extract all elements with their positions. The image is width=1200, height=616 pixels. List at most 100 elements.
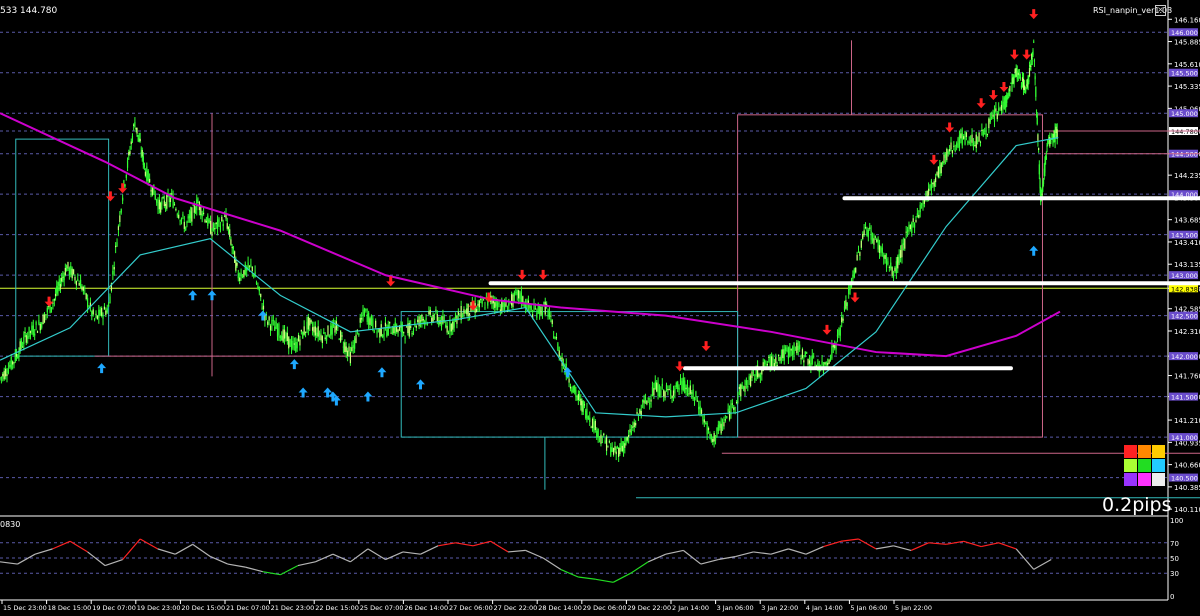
y-tick-label: 140.110 [1174, 506, 1200, 514]
candle-body [1003, 97, 1005, 110]
candle-body [824, 362, 826, 365]
candle-body [438, 320, 440, 325]
candle-body [414, 321, 416, 326]
candle-body [922, 203, 924, 206]
candle-body [290, 340, 293, 350]
candle-body [651, 386, 654, 397]
candle-body [283, 329, 286, 339]
candle-body [193, 205, 195, 213]
candle-body [212, 223, 215, 231]
x-tick-label: 27 Dec 22:00 [494, 604, 538, 612]
candle-body [389, 321, 391, 324]
candle-body [895, 261, 897, 274]
candle-body [597, 429, 599, 437]
candle-body [1036, 114, 1038, 125]
candle-body [933, 181, 935, 187]
candle-body [267, 321, 269, 325]
candle-body [986, 134, 989, 136]
candle-body [981, 129, 983, 132]
candle-body [982, 129, 984, 136]
candle-body [1015, 67, 1017, 77]
candle-body [335, 321, 337, 331]
candle-body [649, 403, 651, 405]
candle-body [334, 326, 336, 333]
candle-body [445, 324, 447, 328]
candle-body [17, 356, 19, 359]
x-tick-label: 3 Jan 22:00 [761, 604, 798, 612]
candle-body [292, 340, 294, 349]
candle-body [67, 261, 69, 269]
candle-body [553, 336, 555, 339]
candle-body [964, 130, 966, 145]
candle-body [515, 292, 517, 294]
candle-body [884, 254, 886, 260]
candle-body [670, 390, 672, 396]
candle-body [829, 359, 832, 361]
candle-body [1000, 104, 1003, 111]
candle-body [646, 400, 648, 405]
candle-body [296, 341, 298, 349]
candle-body [607, 446, 609, 448]
candle-body [902, 243, 904, 245]
price-level-label: 141.000 [1171, 434, 1198, 442]
candle-body [182, 214, 184, 216]
candle-body [710, 434, 712, 441]
candle-body [78, 283, 80, 286]
candle-body [622, 442, 625, 452]
candle-body [714, 435, 717, 441]
candle-body [288, 336, 290, 349]
candle-body [839, 327, 841, 336]
candle-body [105, 310, 107, 315]
candle-body [56, 286, 58, 294]
candle-body [237, 273, 239, 279]
candle-body [77, 279, 79, 281]
candle-body [29, 330, 32, 334]
candle-body [604, 440, 606, 444]
candle-body [996, 113, 998, 120]
candle-body [574, 385, 576, 393]
candle-body [94, 318, 96, 320]
candle-body [585, 410, 587, 418]
candle-body [23, 336, 25, 345]
candle-body [307, 316, 309, 330]
candle-body [162, 197, 164, 199]
candle-body [630, 431, 633, 434]
candle-body [873, 238, 875, 245]
candle-body [269, 325, 272, 331]
palette-purple [1124, 473, 1137, 486]
palette-yellow [1152, 445, 1165, 458]
x-tick-label: 19 Dec 23:00 [137, 604, 181, 612]
color-palette[interactable] [1124, 445, 1166, 487]
candle-body [748, 376, 750, 380]
candle-body [481, 300, 483, 304]
candle-body [52, 302, 54, 304]
y-tick-label: 141.210 [1174, 417, 1200, 425]
candle-body [398, 326, 401, 331]
candle-body [124, 184, 126, 186]
candle-body [255, 282, 258, 285]
candle-body [275, 321, 277, 329]
candle-body [179, 220, 181, 222]
candle-body [359, 317, 361, 323]
close-icon[interactable]: × [1155, 5, 1166, 16]
candle-body [1035, 86, 1037, 97]
candle-body [705, 423, 707, 425]
candle-body [161, 200, 163, 205]
candle-body [1013, 75, 1015, 84]
candle-body [885, 258, 888, 268]
candle-body [857, 251, 860, 253]
candle-body [927, 188, 930, 196]
chart-svg[interactable]: 146.160145.885145.610145.335145.060144.7… [0, 0, 1200, 612]
candle-body [57, 286, 59, 290]
candle-body [447, 332, 450, 334]
chart-window[interactable]: 146.160145.885145.610145.335145.060144.7… [0, 0, 1200, 612]
candle-body [603, 433, 605, 436]
candle-body [608, 441, 610, 443]
candle-body [202, 212, 205, 214]
candle-body [661, 383, 663, 387]
candle-body [484, 307, 486, 309]
candle-body [81, 286, 83, 291]
candle-body [186, 221, 188, 223]
candle-body [158, 199, 161, 210]
candle-body [626, 437, 628, 441]
